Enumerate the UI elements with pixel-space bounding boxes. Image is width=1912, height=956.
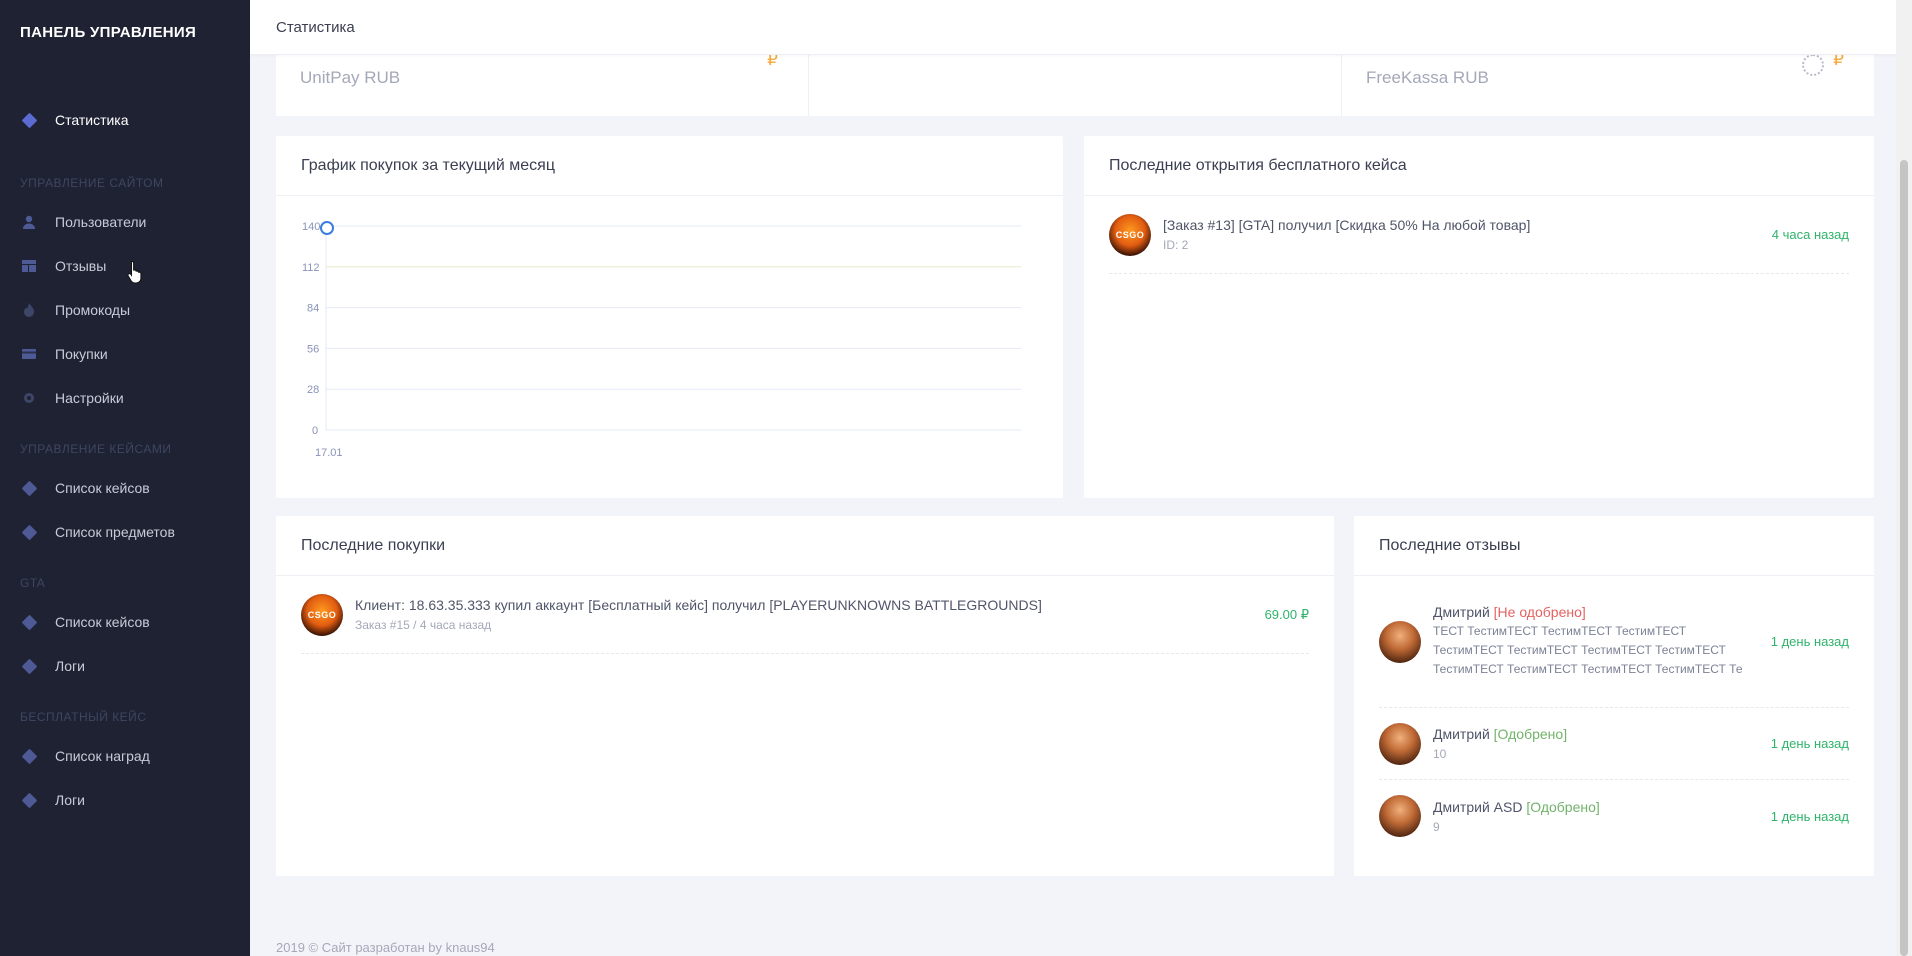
- status-badge: [Одобрено]: [1493, 726, 1568, 742]
- sidebar-item-label: Промокоды: [55, 302, 131, 318]
- y-tick-label: 56: [307, 343, 319, 355]
- review-text: ТЕСТ ТестимТЕСТ ТестимТЕСТ ТестимТЕСТ Те…: [1433, 624, 1743, 676]
- sidebar-item-label: Список предметов: [55, 524, 175, 540]
- diamond-icon: [20, 111, 38, 129]
- sidebar-item-free-logs[interactable]: Логи: [0, 778, 250, 822]
- sidebar-item-gta-logs[interactable]: Логи: [0, 644, 250, 688]
- y-tick-label: 140: [302, 221, 320, 233]
- sidebar-item-label: Логи: [55, 792, 85, 808]
- sidebar-item-gta-case-list[interactable]: Список кейсов: [0, 600, 250, 644]
- user-icon: [20, 213, 38, 231]
- sidebar-item-label: Статистика: [55, 112, 129, 128]
- avatar: [1379, 722, 1421, 765]
- purchases-chart: 140 112 84 56 28 0 17.01: [302, 221, 1021, 459]
- layout-icon: [20, 257, 38, 275]
- sidebar-item-rewards-list[interactable]: Список наград: [0, 734, 250, 778]
- review-time: 1 день назад: [1770, 808, 1849, 824]
- avatar: CSGO: [301, 593, 343, 636]
- item-title: [Заказ #13] [GTA] получил [Скидка 50% На…: [1163, 217, 1531, 233]
- section-free-case: БЕСПЛАТНЫЙ КЕЙС: [20, 710, 147, 724]
- diamond-icon: [20, 479, 38, 497]
- page-scrollbar[interactable]: [1896, 0, 1912, 956]
- sidebar-item-label: Покупки: [55, 346, 108, 362]
- credit-card-icon: [20, 345, 38, 363]
- review-time: 1 день назад: [1770, 736, 1849, 751]
- sidebar-item-label: Пользователи: [55, 214, 147, 230]
- diamond-icon: [20, 523, 38, 541]
- sidebar-item-item-list[interactable]: Список предметов: [0, 510, 250, 554]
- sidebar-item-label: Логи: [55, 658, 85, 674]
- review-time: 1 день назад: [1770, 634, 1849, 649]
- purchases-chart-card: График покупок за текущий месяц 140 112 84…: [276, 136, 1063, 498]
- avatar: [1379, 795, 1421, 837]
- review-item: Дмитрий ASD [Одобрено] 9 1 день назад: [1379, 780, 1849, 852]
- sidebar-item-label: Список кейсов: [55, 614, 150, 630]
- item-title: Клиент: 18.63.35.333 купил аккаунт [Бесп…: [355, 597, 1042, 613]
- stat-label: FreeKassa RUB: [1366, 68, 1489, 87]
- avatar: [1379, 620, 1421, 663]
- x-tick-label: 17.01: [315, 447, 343, 459]
- sidebar-item-label: Настройки: [55, 390, 124, 406]
- sidebar: ПАНЕЛЬ УПРАВЛЕНИЯ Статистика УПРАВЛЕНИЕ …: [0, 0, 250, 956]
- free-case-card: Последние открытия бесплатного кейса CSG…: [1084, 136, 1874, 498]
- y-tick-label: 112: [302, 262, 320, 274]
- list-item: CSGO [Заказ #13] [GTA] получил [Скидка 5…: [1109, 196, 1849, 274]
- status-badge: [Не одобрено]: [1493, 604, 1586, 620]
- stat-label: UnitPay RUB: [300, 68, 401, 87]
- avatar: CSGO: [1109, 213, 1151, 256]
- diamond-icon: [20, 791, 38, 809]
- review-item: Дмитрий [Одобрено] 10 1 день назад: [1379, 708, 1849, 780]
- item-time: 4 часа назад: [1771, 227, 1849, 242]
- card-title: Последние покупки: [276, 516, 1334, 576]
- y-tick-label: 0: [312, 425, 318, 437]
- footer-text: 2019 © Сайт разработан by knaus94: [276, 940, 495, 955]
- item-subtitle: ID: 2: [1163, 238, 1189, 252]
- sidebar-item-label: Отзывы: [55, 258, 107, 274]
- scrollbar-thumb[interactable]: [1900, 160, 1908, 956]
- sidebar-nav: Статистика УПРАВЛЕНИЕ САЙТОМ Пользовател…: [0, 68, 250, 822]
- diamond-icon: [20, 657, 38, 675]
- section-gta: GTA: [20, 576, 46, 590]
- card-title: Последние отзывы: [1354, 516, 1874, 576]
- loading-spinner-icon: [1802, 54, 1824, 76]
- sidebar-item-label: Список кейсов: [55, 480, 150, 496]
- y-tick-label: 84: [307, 303, 319, 315]
- page-title: Статистика: [276, 18, 355, 36]
- review-author: Дмитрий: [1433, 604, 1490, 620]
- diamond-icon: [20, 747, 38, 765]
- y-tick-label: 28: [307, 384, 319, 396]
- review-author: Дмитрий ASD: [1433, 798, 1523, 815]
- sidebar-item-reviews[interactable]: Отзывы: [0, 244, 250, 288]
- section-case-management: УПРАВЛЕНИЕ КЕЙСАМИ: [20, 442, 172, 456]
- review-author: Дмитрий: [1433, 726, 1490, 742]
- brand-title: ПАНЕЛЬ УПРАВЛЕНИЯ: [20, 24, 197, 41]
- sidebar-item-users[interactable]: Пользователи: [0, 200, 250, 244]
- last-reviews-card: Последние отзывы Дмитрий [Не одобрено] Т…: [1354, 516, 1874, 876]
- list-item: CSGO Клиент: 18.63.35.333 купил аккаунт …: [301, 576, 1309, 654]
- section-site-management: УПРАВЛЕНИЕ САЙТОМ: [20, 176, 164, 190]
- sidebar-item-label: Список наград: [55, 748, 150, 764]
- review-text: 9: [1433, 819, 1440, 834]
- status-badge: [Одобрено]: [1526, 798, 1600, 815]
- top-bar: Статистика: [250, 0, 1896, 55]
- diamond-icon: [20, 613, 38, 631]
- sidebar-item-statistics[interactable]: Статистика: [0, 98, 250, 142]
- card-title: График покупок за текущий месяц: [276, 136, 1063, 196]
- sidebar-item-promocodes[interactable]: Промокоды: [0, 288, 250, 332]
- gear-icon: [20, 389, 38, 407]
- last-purchases-card: Последние покупки CSGO Клиент: 18.63.35.…: [276, 516, 1334, 876]
- sidebar-item-case-list[interactable]: Список кейсов: [0, 466, 250, 510]
- data-point[interactable]: [320, 221, 334, 235]
- review-item: Дмитрий [Не одобрено] ТЕСТ ТестимТЕСТ Те…: [1379, 576, 1849, 708]
- review-text: 10: [1433, 747, 1447, 761]
- hand-cursor-icon: [127, 260, 142, 284]
- item-subtitle: Заказ #15 / 4 часа назад: [355, 618, 492, 632]
- sidebar-item-settings[interactable]: Настройки: [0, 376, 250, 420]
- sidebar-item-purchases[interactable]: Покупки: [0, 332, 250, 376]
- card-title: Последние открытия бесплатного кейса: [1084, 136, 1874, 196]
- item-amount: 69.00 ₽: [1264, 606, 1309, 622]
- flame-icon: [20, 301, 38, 319]
